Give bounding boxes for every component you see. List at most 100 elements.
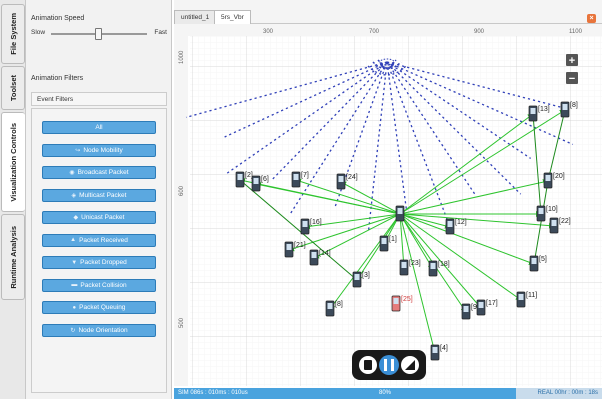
pause-button[interactable]	[379, 355, 399, 375]
node-screen	[311, 252, 317, 258]
sim-time: SIM 086s : 010ms : 010us	[178, 390, 248, 396]
close-icon[interactable]: ×	[587, 14, 596, 23]
node-screen	[518, 294, 524, 300]
node-label: [16]	[310, 219, 322, 226]
unicast-icon: ◆	[73, 215, 79, 221]
node-label: [10]	[546, 206, 558, 213]
ruler-top-1100: 1100	[569, 29, 583, 35]
node-screen	[447, 221, 453, 227]
node-screen	[253, 178, 259, 184]
queuing-icon: ●	[72, 304, 77, 311]
ruler-left-500: 500	[179, 317, 185, 328]
hub-node[interactable]	[395, 205, 405, 222]
filter-node-orientation-button[interactable]: ↻ Node Orientation	[42, 323, 156, 337]
filter-node-mobility-button[interactable]: ↪ Node Mobility	[42, 143, 156, 157]
left-ruler	[174, 24, 188, 386]
ruler-left-1000: 1000	[179, 50, 185, 64]
node-label: [23]	[409, 260, 421, 267]
node-screen	[432, 347, 438, 353]
node-screen	[393, 298, 399, 304]
stop-icon	[364, 360, 372, 370]
multicast-icon: ◈	[71, 192, 77, 199]
node-screen	[237, 174, 243, 180]
tab-runtime-analysis[interactable]: Runtime Analysis	[1, 214, 25, 300]
node-screen	[293, 174, 299, 180]
node-screen	[545, 175, 551, 181]
node-label: [25]	[401, 296, 413, 303]
ruler-top-300: 300	[263, 29, 274, 35]
node-screen	[354, 274, 360, 280]
node-label: [20]	[553, 173, 565, 180]
tab-toolset[interactable]: Toolset	[1, 66, 25, 110]
ruler-left-600: 600	[179, 185, 185, 196]
status-bar: SIM 086s : 010ms : 010us 80% REAL 00hr :…	[174, 388, 602, 399]
filter-multicast-packet-button[interactable]: ◈ Multicast Packet	[42, 188, 156, 202]
animation-speed-title: Animation Speed	[31, 15, 85, 22]
speed-fast-label: Fast	[154, 29, 167, 36]
mobility-icon: ↪	[75, 147, 81, 154]
filter-button-label: Broadcast Packet	[77, 169, 129, 176]
node-label: [1]	[389, 236, 397, 243]
node-screen	[530, 108, 536, 114]
node-screen	[562, 104, 568, 110]
tab-file-system[interactable]: File System	[1, 4, 25, 64]
vertical-tab-strip: File System Toolset Visualization Contro…	[0, 0, 26, 399]
dropped-icon: ▼	[71, 259, 78, 266]
collision-icon: ▬	[71, 282, 78, 288]
filter-button-label: All	[95, 124, 103, 131]
ruler-top-900: 900	[474, 29, 485, 35]
node-label: [24]	[346, 174, 358, 181]
node-label: [8]	[570, 102, 578, 109]
filter-packet-dropped-button[interactable]: ▼ Packet Dropped	[42, 256, 156, 269]
pause-icon-bar	[391, 359, 394, 371]
main-area: untitled_1 5rs_Vbr × 300 700 900 1100 10…	[174, 0, 602, 399]
filter-button-label: Node Mobility	[83, 146, 123, 154]
filter-button-label: Packet Collision	[80, 281, 127, 289]
node-label: [12]	[455, 219, 467, 226]
node-label: [14]	[319, 250, 331, 257]
node-screen	[338, 176, 344, 182]
filter-packet-collision-button[interactable]: ▬ Packet Collision	[42, 278, 156, 292]
event-filters-header[interactable]: Event Filters	[31, 92, 167, 106]
node-label: [22]	[559, 218, 571, 225]
animation-speed-slider[interactable]: Slow Fast	[31, 28, 167, 40]
node-label: [3]	[362, 272, 370, 279]
filter-packet-received-button[interactable]: ▲ Packet Received	[42, 233, 156, 247]
node-screen	[430, 263, 436, 269]
node-screen	[551, 220, 557, 226]
tab-toolset-label: Toolset	[8, 74, 18, 102]
tab-visualization-controls[interactable]: Visualization Controls	[1, 112, 25, 212]
speed-thumb[interactable]	[94, 28, 102, 40]
filter-packet-queuing-button[interactable]: ● Packet Queuing	[42, 301, 156, 314]
tab-visualization-label: Visualization Controls	[9, 122, 18, 202]
node-label: [11]	[526, 292, 537, 299]
filter-button-label: Multicast Packet	[79, 191, 127, 199]
speed-slow-label: Slow	[31, 29, 46, 36]
node-screen	[538, 208, 544, 214]
node-screen	[397, 208, 403, 214]
node-screen	[463, 306, 469, 312]
tab-runtime-analysis-label: Runtime Analysis	[8, 225, 18, 289]
node-label: [21]	[294, 242, 306, 249]
zoom-out-icon: −	[569, 73, 575, 85]
filter-unicast-packet-button[interactable]: ◆ Unicast Packet	[42, 211, 156, 224]
node-screen	[531, 258, 537, 264]
received-icon: ▲	[70, 237, 77, 243]
node-label: [17]	[486, 300, 498, 307]
visualization-controls-panel: Animation Speed Slow Fast Animation Filt…	[26, 0, 172, 399]
node-screen	[401, 262, 407, 268]
node-label: [6]	[261, 176, 269, 183]
filter-button-label: Unicast Packet	[81, 214, 125, 221]
node-label: [8]	[335, 301, 343, 308]
filter-button-label: Packet Dropped	[80, 259, 127, 266]
animation-filters-title: Animation Filters	[31, 75, 84, 82]
event-filter-list: All ↪ Node Mobility ◉ Broadcast Packet ◈ Multi…	[31, 108, 167, 393]
network-canvas[interactable]: 300 700 900 1100 1000 600 500 [1][2][3][…	[174, 24, 602, 386]
tab-5rs-vbr[interactable]: 5rs_Vbr	[214, 10, 251, 24]
node-label: [13]	[538, 106, 550, 113]
filter-all-button[interactable]: All	[42, 121, 156, 134]
ruler-top-700: 700	[369, 29, 380, 35]
tab-untitled-1[interactable]: untitled_1	[174, 10, 217, 24]
top-ruler	[174, 24, 602, 36]
filter-broadcast-packet-button[interactable]: ◉ Broadcast Packet	[42, 166, 156, 179]
